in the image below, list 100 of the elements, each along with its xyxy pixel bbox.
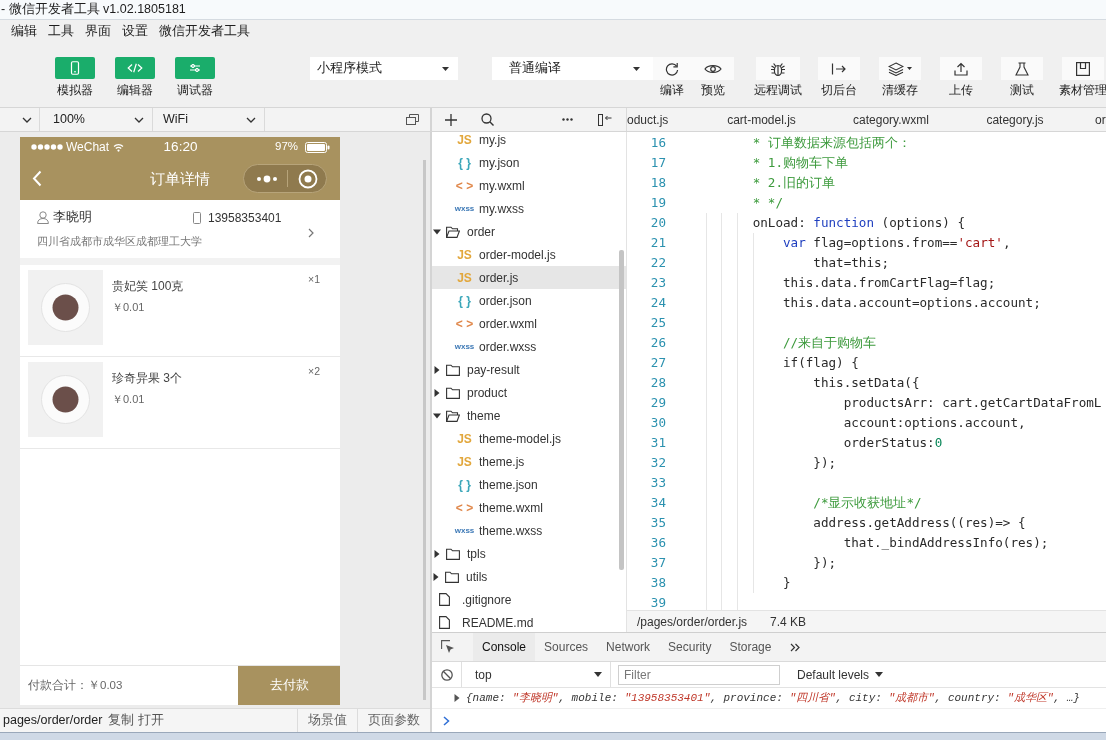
code-line: onLoad: function (options) {: [752, 216, 965, 230]
collapse-icon[interactable]: [598, 113, 612, 126]
tree-item[interactable]: pay-result: [432, 358, 626, 381]
console-tab[interactable]: Console: [473, 633, 536, 661]
triangle-right-icon[interactable]: [433, 549, 441, 558]
tree-item[interactable]: < > my.wxml: [432, 174, 626, 197]
tree-item[interactable]: theme: [432, 404, 626, 427]
search-icon[interactable]: [481, 113, 494, 126]
network-select[interactable]: WiFi: [153, 108, 265, 131]
line-number: 39: [649, 596, 666, 610]
debugger-toggle[interactable]: [175, 57, 215, 79]
editor-tab[interactable]: cart-model.js: [697, 108, 826, 131]
menu-item[interactable]: 微信开发者工具: [159, 24, 250, 38]
tree-item[interactable]: JS theme-model.js: [432, 427, 626, 450]
console-tab[interactable]: Network: [597, 633, 660, 661]
asset-manager-button[interactable]: [1061, 57, 1104, 80]
menu-item[interactable]: 界面: [85, 24, 111, 38]
code-line: this.data.fromCartFlag=flag;: [783, 276, 996, 290]
line-number: 30: [649, 416, 666, 430]
target-icon[interactable]: [298, 168, 318, 189]
tree-item[interactable]: { } my.json: [432, 151, 626, 174]
remote-debug-button[interactable]: [755, 57, 800, 80]
menu-item[interactable]: 工具: [48, 24, 74, 38]
line-number: 37: [649, 556, 666, 570]
page-path: pages/order/order: [3, 712, 103, 730]
compile-mode-select[interactable]: 普通编译: [492, 57, 653, 80]
popout-icon[interactable]: [406, 114, 419, 125]
line-number: 31: [649, 436, 666, 450]
tree-item[interactable]: JS order.js: [432, 266, 626, 289]
action-label: 编译: [660, 83, 684, 97]
switch-to-background-button[interactable]: [817, 57, 860, 80]
zoom-select[interactable]: 100%: [40, 108, 153, 131]
menu-item[interactable]: 编辑: [11, 24, 37, 38]
console-tab[interactable]: Storage: [720, 633, 781, 661]
tree-item[interactable]: JS order-model.js: [432, 243, 626, 266]
bar-arrow-icon: [830, 62, 847, 75]
triangle-right-icon[interactable]: [453, 694, 461, 702]
more-icon[interactable]: [562, 118, 573, 121]
tree-item[interactable]: wxss order.wxss: [432, 335, 626, 358]
refresh-icon: [665, 61, 679, 76]
filter-input[interactable]: Filter: [618, 664, 780, 685]
open-folder-icon: [446, 225, 460, 238]
caret-down-icon: [633, 66, 640, 71]
upload-button[interactable]: [939, 57, 982, 80]
tree-item[interactable]: README.md: [432, 611, 626, 632]
file-type-label: wxss: [454, 342, 475, 351]
editor-toggle[interactable]: [115, 57, 155, 79]
preview-button[interactable]: [691, 57, 734, 80]
levels-select[interactable]: Default levels: [797, 665, 884, 684]
editor-tab[interactable]: category.js: [956, 108, 1074, 131]
status-link[interactable]: 复制: [108, 711, 135, 730]
test-button[interactable]: [1000, 57, 1043, 80]
tree-item[interactable]: tpls: [432, 542, 626, 565]
line-number: 26: [649, 336, 666, 350]
tree-item[interactable]: { } theme.json: [432, 473, 626, 496]
flask-icon: [1014, 61, 1029, 76]
layers-icon: [887, 61, 904, 76]
status-link[interactable]: 打开: [138, 711, 165, 730]
page-title: 订单详情: [150, 171, 210, 186]
triangle-right-icon[interactable]: [432, 572, 440, 581]
tree-item[interactable]: JS theme.js: [432, 450, 626, 473]
triangle-down-icon[interactable]: [433, 227, 441, 236]
scrollbar[interactable]: [619, 250, 624, 570]
tree-item[interactable]: .gitignore: [432, 588, 626, 611]
console-tab[interactable]: Sources: [535, 633, 598, 661]
line-number: 25: [649, 316, 666, 330]
inspect-icon[interactable]: [441, 640, 455, 654]
plus-icon[interactable]: [445, 113, 457, 126]
editor-tab[interactable]: oduct.js: [627, 108, 697, 131]
clear-cache-button[interactable]: [878, 57, 921, 80]
context-select[interactable]: top: [461, 662, 611, 687]
tree-item[interactable]: order: [432, 220, 626, 243]
triangle-down-icon[interactable]: [433, 411, 441, 420]
scrollbar[interactable]: [423, 160, 426, 700]
mode-select[interactable]: 小程序模式: [310, 57, 458, 80]
simulator-toggle[interactable]: [55, 57, 95, 79]
triangle-right-icon[interactable]: [433, 365, 441, 374]
action-label: 测试: [1009, 83, 1034, 97]
tree-item[interactable]: JS my.js: [432, 132, 626, 151]
menu-item[interactable]: 设置: [122, 24, 148, 38]
block-icon[interactable]: [441, 668, 453, 681]
double-chevron-icon[interactable]: [790, 642, 801, 652]
tree-item[interactable]: wxss my.wxss: [432, 197, 626, 220]
chevron-right-icon: [308, 228, 314, 238]
code-line: this.setData({: [813, 376, 920, 390]
tree-item[interactable]: product: [432, 381, 626, 404]
editor-tab[interactable]: category.wxml: [826, 108, 956, 131]
chevron-down-icon: [134, 116, 144, 123]
back-icon[interactable]: [32, 170, 42, 187]
tree-item[interactable]: utils: [432, 565, 626, 588]
console-tab[interactable]: Security: [659, 633, 721, 661]
tree-item[interactable]: { } order.json: [432, 289, 626, 312]
folder-icon: [445, 570, 459, 583]
compile-button[interactable]: [653, 57, 691, 80]
phone-number: 13958353401: [208, 211, 282, 224]
tree-item[interactable]: < > order.wxml: [432, 312, 626, 335]
triangle-right-icon[interactable]: [433, 388, 441, 397]
editor-tab[interactable]: or: [1074, 108, 1106, 131]
tree-item[interactable]: wxss theme.wxss: [432, 519, 626, 542]
tree-item[interactable]: < > theme.wxml: [432, 496, 626, 519]
